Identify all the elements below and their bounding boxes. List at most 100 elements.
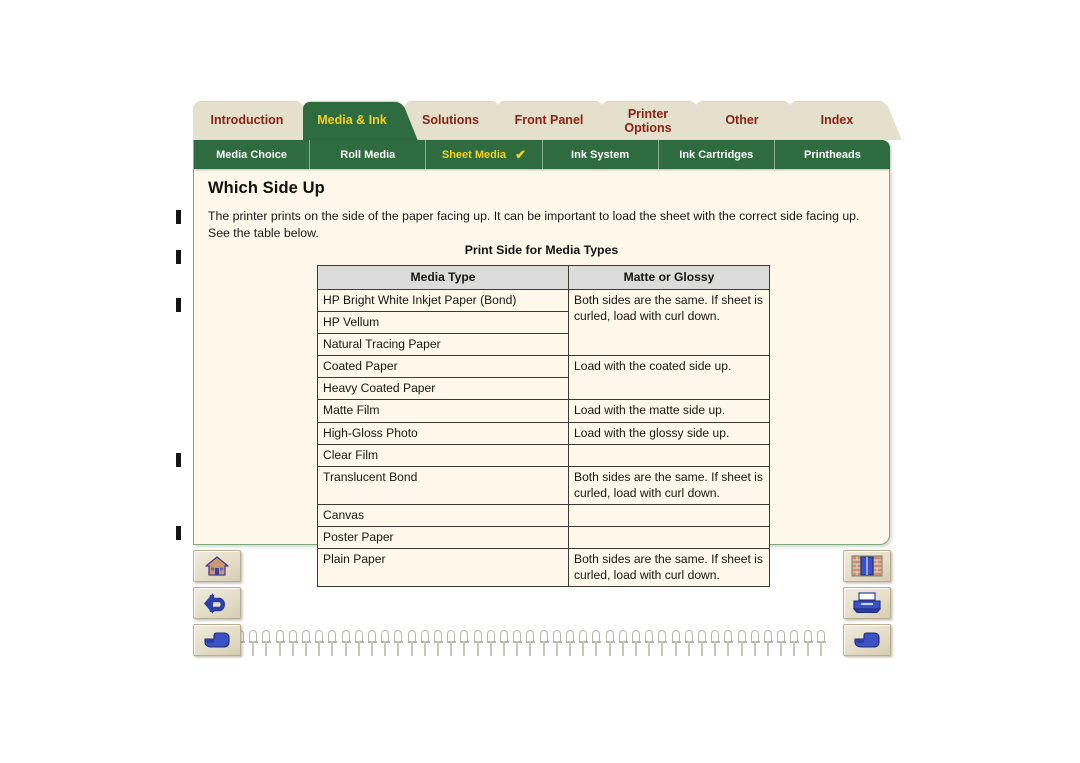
spiral-ring bbox=[407, 630, 417, 656]
cell-matte-or-glossy bbox=[568, 503, 770, 527]
home-button[interactable] bbox=[193, 550, 241, 582]
spiral-ring bbox=[354, 630, 364, 656]
subtab-sheet-media[interactable]: Sheet Media ✔ bbox=[426, 140, 543, 169]
spiral-ring bbox=[473, 630, 483, 656]
tab-solutions[interactable]: Solutions bbox=[404, 102, 497, 140]
spiral-ring bbox=[803, 630, 813, 656]
tab-media-and-ink[interactable]: Media & Ink bbox=[303, 102, 401, 140]
cell-media-type: Coated Paper bbox=[317, 355, 569, 379]
table-row: High-Gloss Photo Load with the glossy sid… bbox=[317, 421, 770, 445]
spiral-ring bbox=[605, 630, 615, 656]
cell-media-type: Heavy Coated Paper bbox=[317, 377, 569, 401]
spiral-ring bbox=[394, 630, 404, 656]
edge-marker bbox=[176, 250, 181, 264]
printer-icon bbox=[852, 592, 882, 613]
subtab-printheads-label: Printheads bbox=[804, 148, 861, 161]
subtab-media-choice[interactable]: Media Choice bbox=[193, 140, 311, 169]
tab-introduction-label: Introduction bbox=[210, 113, 284, 128]
pointing-hand-icon bbox=[204, 632, 230, 648]
tab-other[interactable]: Other bbox=[695, 102, 789, 140]
edge-marker bbox=[176, 298, 181, 312]
tab-index[interactable]: Index bbox=[789, 102, 885, 140]
spiral-ring bbox=[737, 630, 747, 656]
spiral-ring bbox=[249, 630, 259, 656]
spiral-ring bbox=[420, 630, 430, 656]
spiral-ring bbox=[288, 630, 298, 656]
cell-media-type: Canvas bbox=[317, 503, 569, 527]
cell-media-type: Matte Film bbox=[317, 399, 569, 423]
tab-front-panel[interactable]: Front Panel bbox=[497, 102, 601, 140]
pointing-hand-icon bbox=[854, 632, 880, 648]
tab-other-label: Other bbox=[725, 113, 759, 128]
media-table: Media Type Matte or Glossy HP Bright Whi… bbox=[317, 264, 770, 588]
spiral-ring bbox=[262, 630, 272, 656]
cell-matte-or-glossy: Load with the glossy side up. bbox=[568, 421, 770, 445]
spiral-ring bbox=[500, 630, 509, 656]
spiral-ring bbox=[513, 630, 523, 656]
cell-media-type: Translucent Bond bbox=[317, 465, 569, 505]
tab-index-label: Index bbox=[820, 113, 854, 128]
back-button[interactable] bbox=[193, 587, 241, 619]
subtab-ink-cartridges[interactable]: Ink Cartridges bbox=[659, 140, 775, 169]
edge-marker bbox=[176, 453, 181, 467]
spiral-ring bbox=[618, 630, 628, 656]
table-row: Matte Film Load with the matte side up. bbox=[317, 399, 770, 423]
spiral-ring bbox=[526, 630, 536, 656]
cell-matte-or-glossy: Load with the matte side up. bbox=[568, 399, 770, 423]
subtab-printheads[interactable]: Printheads bbox=[775, 140, 890, 169]
spiral-ring bbox=[724, 630, 734, 656]
spiral-ring bbox=[711, 630, 721, 656]
spiral-ring bbox=[434, 630, 443, 656]
next-page-button-right[interactable] bbox=[843, 624, 891, 656]
page-title: Which Side Up bbox=[208, 179, 325, 197]
exit-door-icon bbox=[851, 555, 883, 577]
column-header-media-type: Media Type bbox=[317, 264, 569, 291]
next-page-button-left[interactable] bbox=[193, 624, 241, 656]
tab-front-panel-label: Front Panel bbox=[514, 113, 584, 128]
edge-marker bbox=[176, 526, 181, 540]
spiral-ring bbox=[341, 630, 351, 656]
spiral-ring bbox=[328, 630, 338, 656]
spiral-ring bbox=[566, 630, 575, 656]
table-row: Clear Film bbox=[317, 443, 770, 467]
checkmark-icon: ✔ bbox=[515, 147, 526, 162]
spiral-ring bbox=[750, 630, 760, 656]
table-row: Translucent Bond Both sides are the same.… bbox=[317, 465, 770, 505]
tab-media-and-ink-label: Media & Ink bbox=[317, 113, 387, 128]
spiral-binding bbox=[236, 630, 833, 658]
cell-media-type: High-Gloss Photo bbox=[317, 421, 569, 445]
tab-printer-options-label: Printer Options bbox=[624, 107, 671, 135]
help-viewer: Introduction Media & Ink Solutions Front… bbox=[0, 0, 1080, 763]
print-button[interactable] bbox=[843, 587, 891, 619]
tab-printer-options-line1: Printer bbox=[627, 107, 669, 121]
tab-introduction[interactable]: Introduction bbox=[193, 102, 301, 140]
subtab-ink-system[interactable]: Ink System bbox=[543, 140, 659, 169]
cell-matte-or-glossy: Both sides are the same. If sheet is cur… bbox=[568, 289, 770, 357]
content-page: Which Side Up The printer prints on the … bbox=[193, 169, 890, 588]
table-row: Coated Paper Load with the coated side up… bbox=[317, 355, 770, 401]
subtab-roll-media[interactable]: Roll Media bbox=[310, 140, 427, 169]
subtab-sheet-media-label: Sheet Media bbox=[441, 148, 507, 161]
cell-media-type: Clear Film bbox=[317, 443, 569, 467]
table-row: Plain Paper Both sides are the same. If s… bbox=[317, 548, 770, 588]
spiral-ring bbox=[275, 630, 285, 656]
spiral-ring bbox=[645, 630, 655, 656]
spiral-ring bbox=[632, 630, 641, 656]
table-caption: Print Side for Media Types bbox=[464, 243, 619, 257]
tab-solutions-label: Solutions bbox=[422, 113, 479, 128]
tab-printer-options[interactable]: Printer Options bbox=[601, 102, 695, 140]
spiral-ring bbox=[816, 630, 826, 656]
spiral-ring bbox=[592, 630, 602, 656]
exit-button[interactable] bbox=[843, 550, 891, 582]
cell-matte-or-glossy bbox=[568, 525, 770, 550]
intro-paragraph: The printer prints on the side of the pa… bbox=[208, 209, 860, 241]
subtab-roll-media-label: Roll Media bbox=[340, 148, 396, 161]
media-table-wrap: Media Type Matte or Glossy HP Bright Whi… bbox=[317, 264, 770, 588]
table-row: Canvas bbox=[317, 503, 770, 527]
spiral-ring bbox=[698, 630, 707, 656]
cell-matte-or-glossy: Load with the coated side up. bbox=[568, 355, 770, 401]
column-header-matte-or-glossy: Matte or Glossy bbox=[568, 264, 770, 291]
spiral-ring bbox=[777, 630, 787, 656]
spiral-ring bbox=[764, 630, 773, 656]
spiral-ring bbox=[671, 630, 681, 656]
